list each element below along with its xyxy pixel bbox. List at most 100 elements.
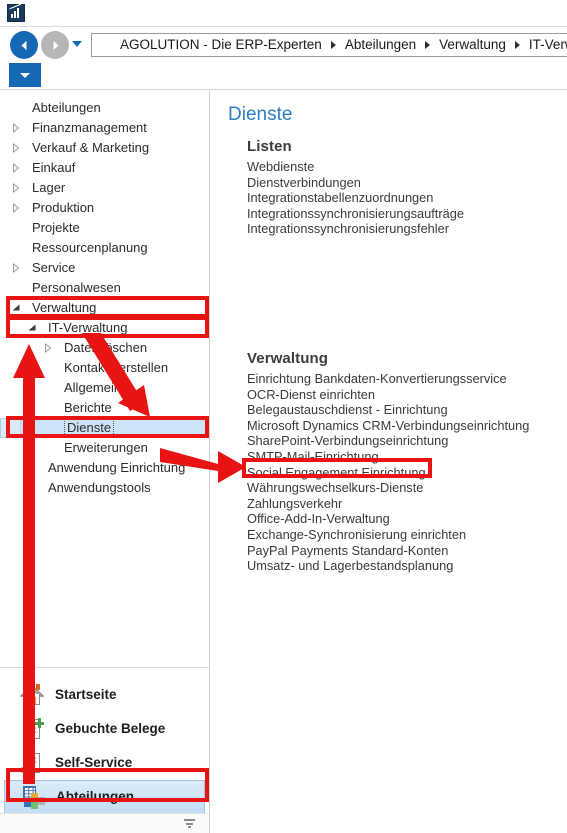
navigation-tree[interactable]: Abteilungen Finanzmanagement Verkauf & Mar… xyxy=(0,90,209,668)
breadcrumb-item-company[interactable]: AGOLUTION - Die ERP-Experten xyxy=(118,34,324,56)
content-link[interactable]: PayPal Payments Standard-Konten xyxy=(247,543,529,559)
chevron-right-icon[interactable] xyxy=(12,123,20,133)
bottom-navigation-list[interactable]: Startseite Gebuchte Belege Self-Service Abt… xyxy=(0,668,209,814)
tree-item-erweiterungen[interactable]: Erweiterungen xyxy=(0,438,209,458)
departments-grid-icon xyxy=(21,785,47,809)
nav-item-label: Self-Service xyxy=(55,755,133,770)
chevron-right-icon[interactable] xyxy=(12,203,20,213)
content-link[interactable]: Microsoft Dynamics CRM-Verbindungseinric… xyxy=(247,418,529,434)
home-icon xyxy=(20,683,46,707)
tree-item-label: Erweiterungen xyxy=(64,440,148,455)
tree-item-label: Allgemein xyxy=(64,380,122,395)
erp-application-window: AGOLUTION - Die ERP-Experten Abteilungen… xyxy=(0,0,567,833)
tree-item-label: Abteilungen xyxy=(32,100,101,115)
content-link[interactable]: Social Engagement Einrichtung xyxy=(247,465,529,481)
tree-item-daten-l-schen[interactable]: Daten löschen xyxy=(0,338,209,358)
chevron-down-icon[interactable] xyxy=(72,41,82,47)
breadcrumb-item-it-verwaltung[interactable]: IT-Verwaltung xyxy=(527,34,567,56)
breadcrumb-item-abteilungen[interactable]: Abteilungen xyxy=(343,34,418,56)
forward-arrow-icon[interactable] xyxy=(41,31,69,59)
chevron-right-icon[interactable] xyxy=(12,183,20,193)
tree-item-personalwesen[interactable]: Personalwesen xyxy=(0,278,209,298)
tree-item-label: Kontakte erstellen xyxy=(64,360,169,375)
navigation-bar: AGOLUTION - Die ERP-Experten Abteilungen… xyxy=(0,27,567,62)
page-title: Dienste xyxy=(228,104,293,125)
nav-item-label: Gebuchte Belege xyxy=(55,721,166,736)
nav-item-label: Startseite xyxy=(55,687,117,702)
tree-item-label: Service xyxy=(32,260,76,275)
tree-item-verkauf-marketing[interactable]: Verkauf & Marketing xyxy=(0,138,209,158)
tree-item-berichte[interactable]: Berichte xyxy=(0,398,209,418)
tree-item-label: Anwendungstools xyxy=(48,480,151,495)
tree-item-label: Verwaltung xyxy=(32,300,97,315)
content-pane: Dienste Listen Webdienste Dienstverbindung… xyxy=(211,90,567,833)
breadcrumb-separator-icon xyxy=(425,41,431,49)
content-link[interactable]: Belegaustauschdienst - Einrichtung xyxy=(247,402,529,418)
tree-item-einkauf[interactable]: Einkauf xyxy=(0,158,209,178)
tree-item-label: Finanzmanagement xyxy=(32,120,147,135)
content-group-verwaltung: Verwaltung Einrichtung Bankdaten-Konverti… xyxy=(247,350,529,574)
content-link[interactable]: Integrationssynchronisierungsaufträge xyxy=(247,206,464,222)
tree-item-label: Produktion xyxy=(32,200,95,215)
collapse-panel-icon[interactable] xyxy=(183,819,195,830)
tree-item-it-verwaltung[interactable]: IT-Verwaltung xyxy=(0,318,209,338)
chart-app-icon xyxy=(7,3,25,22)
ribbon-dropdown-button[interactable] xyxy=(9,63,41,87)
tree-item-label: Berichte xyxy=(64,400,112,415)
tree-item-lager[interactable]: Lager xyxy=(0,178,209,198)
content-link[interactable]: Zahlungsverkehr xyxy=(247,496,529,512)
breadcrumb-separator-icon xyxy=(514,41,520,49)
content-link[interactable]: SMTP-Mail-Einrichtung xyxy=(247,449,529,465)
content-link[interactable]: OCR-Dienst einrichten xyxy=(247,387,529,403)
content-link[interactable]: SharePoint-Verbindungseinrichtung xyxy=(247,433,529,449)
chevron-right-icon[interactable] xyxy=(12,143,20,153)
content-link[interactable]: Dienstverbindungen xyxy=(247,175,464,191)
tree-item-allgemein[interactable]: Allgemein xyxy=(0,378,209,398)
chevron-right-icon[interactable] xyxy=(12,263,20,273)
document-add-icon xyxy=(20,717,46,741)
chevron-right-icon[interactable] xyxy=(12,163,20,173)
content-link[interactable]: Einrichtung Bankdaten-Konvertierungsserv… xyxy=(247,371,529,387)
people-document-icon xyxy=(20,751,46,775)
navigation-pane: Abteilungen Finanzmanagement Verkauf & Mar… xyxy=(0,90,210,833)
content-link[interactable]: Office-Add-In-Verwaltung xyxy=(247,511,529,527)
content-link[interactable]: Umsatz- und Lagerbestandsplanung xyxy=(247,558,529,574)
tree-item-anwendung-einrichtung[interactable]: Anwendung Einrichtung xyxy=(0,458,209,478)
content-link[interactable]: Webdienste xyxy=(247,159,464,175)
tree-item-finanzmanagement[interactable]: Finanzmanagement xyxy=(0,118,209,138)
tree-item-label: Projekte xyxy=(32,220,80,235)
tree-item-label: Einkauf xyxy=(32,160,76,175)
nav-item-self-service[interactable]: Self-Service xyxy=(0,746,209,780)
navigation-pane-footer xyxy=(0,813,209,833)
breadcrumb[interactable]: AGOLUTION - Die ERP-Experten Abteilungen… xyxy=(91,33,567,57)
breadcrumb-separator-icon xyxy=(330,41,336,49)
tree-item-ressourcenplanung[interactable]: Ressourcenplanung xyxy=(0,238,209,258)
tree-item-service[interactable]: Service xyxy=(0,258,209,278)
tree-item-label: Personalwesen xyxy=(32,280,121,295)
content-link[interactable]: Währungswechselkurs-Dienste xyxy=(247,480,529,496)
tree-item-abteilungen[interactable]: Abteilungen xyxy=(0,98,209,118)
breadcrumb-item-verwaltung[interactable]: Verwaltung xyxy=(437,34,508,56)
tree-item-verwaltung[interactable]: Verwaltung xyxy=(0,298,209,318)
content-link[interactable]: Integrationstabellenzuordnungen xyxy=(247,190,464,206)
group-heading: Listen xyxy=(247,138,292,155)
ribbon-bar xyxy=(0,62,567,90)
nav-item-abteilungen[interactable]: Abteilungen xyxy=(4,780,205,814)
chevron-right-icon[interactable] xyxy=(44,343,52,353)
content-link[interactable]: Integrationssynchronisierungsfehler xyxy=(247,221,464,237)
tree-item-label: Dienste xyxy=(63,418,115,438)
tree-item-projekte[interactable]: Projekte xyxy=(0,218,209,238)
tree-item-label: Anwendung Einrichtung xyxy=(48,460,186,475)
tree-item-dienste[interactable]: Dienste xyxy=(0,418,209,438)
content-link[interactable]: Exchange-Synchronisierung einrichten xyxy=(247,527,529,543)
chevron-right-icon[interactable] xyxy=(28,463,36,473)
chevron-down-icon[interactable] xyxy=(28,323,36,333)
nav-item-startseite[interactable]: Startseite xyxy=(0,678,209,712)
tree-item-label: IT-Verwaltung xyxy=(48,320,128,335)
back-arrow-icon[interactable] xyxy=(10,31,38,59)
chevron-down-icon[interactable] xyxy=(12,303,20,313)
tree-item-produktion[interactable]: Produktion xyxy=(0,198,209,218)
tree-item-anwendungstools[interactable]: Anwendungstools xyxy=(0,478,209,498)
nav-item-gebuchte-belege[interactable]: Gebuchte Belege xyxy=(0,712,209,746)
tree-item-kontakte-erstellen[interactable]: Kontakte erstellen xyxy=(0,358,209,378)
